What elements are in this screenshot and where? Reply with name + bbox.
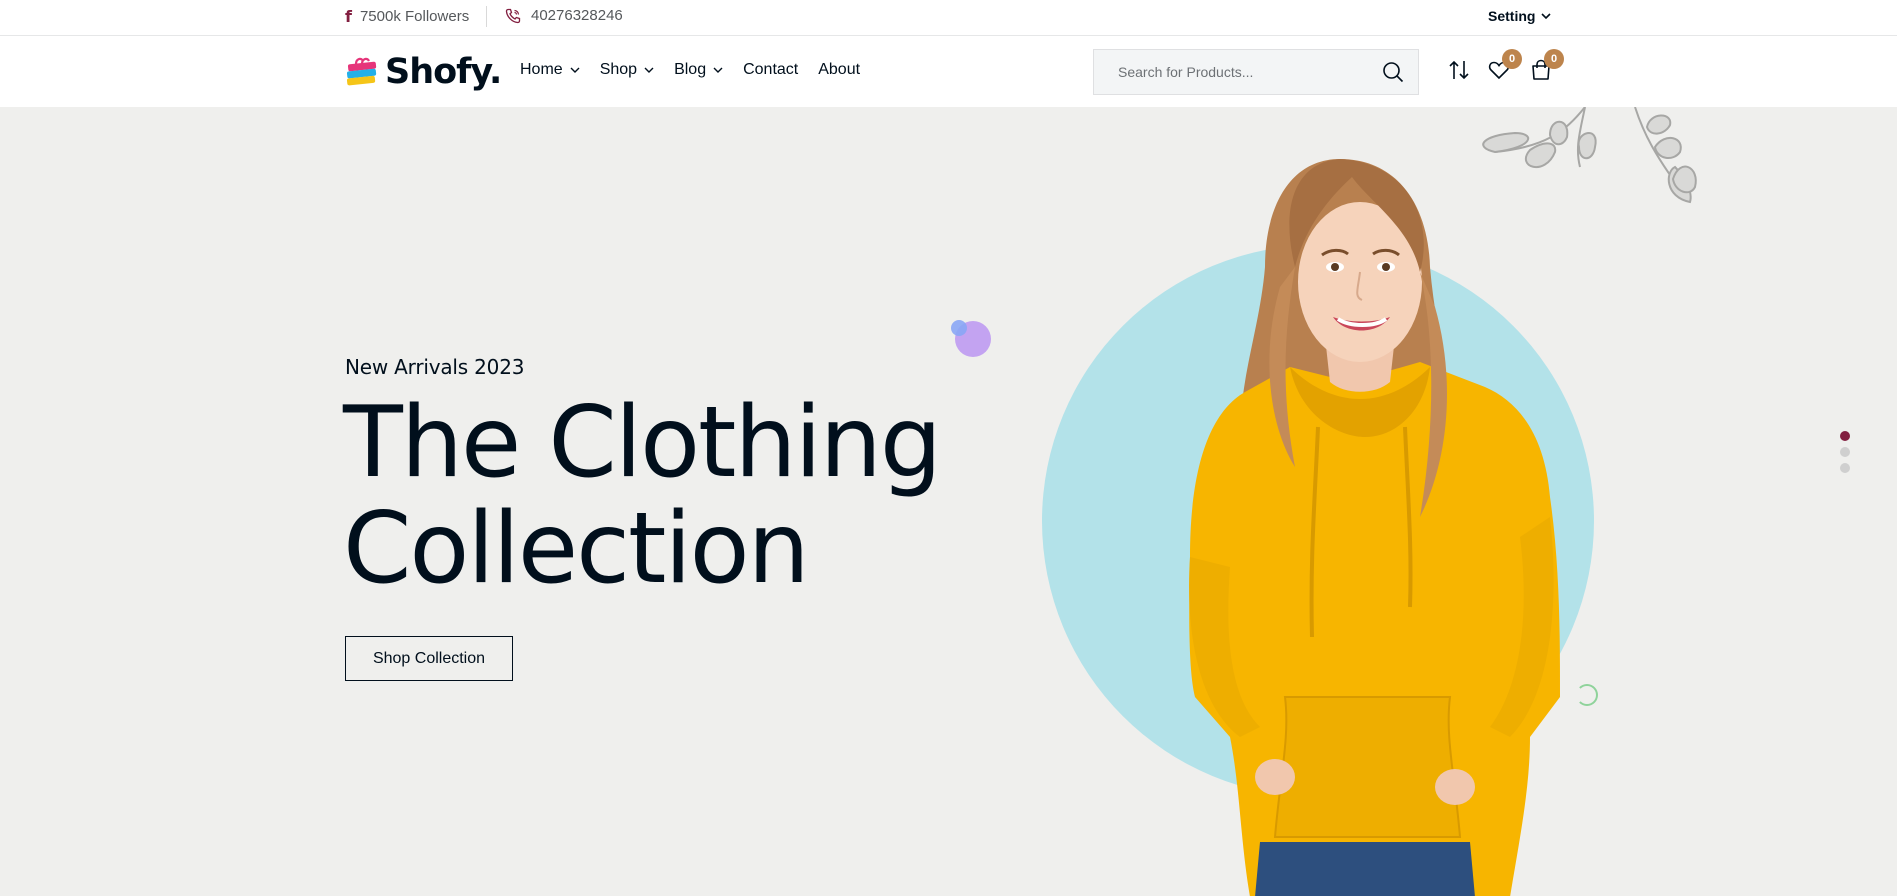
topbar-divider bbox=[486, 6, 487, 27]
top-bar: f 7500k Followers 40276328246 Setting bbox=[0, 0, 1897, 36]
nav-item-home[interactable]: Home bbox=[520, 61, 580, 79]
main-nav: Home Shop Blog Contact About bbox=[520, 61, 880, 79]
hero-model-image bbox=[1189, 159, 1560, 896]
nav-item-label: Home bbox=[520, 61, 563, 78]
hero-title: The Clothing Collection bbox=[343, 386, 942, 606]
phone-link[interactable]: 40276328246 bbox=[505, 7, 623, 24]
slider-dot-3[interactable] bbox=[1840, 463, 1850, 473]
chevron-down-icon bbox=[1541, 12, 1552, 19]
cart-button[interactable]: 0 bbox=[1530, 49, 1564, 83]
setting-dropdown[interactable]: Setting bbox=[1488, 8, 1552, 24]
search-input[interactable] bbox=[1118, 64, 1358, 80]
logo[interactable]: Shofy. bbox=[345, 52, 502, 92]
shopping-bag-logo-icon bbox=[346, 57, 377, 86]
hero-title-line-1: The Clothing bbox=[343, 386, 942, 500]
slider-dot-1[interactable] bbox=[1840, 431, 1850, 441]
blue-dot-decoration bbox=[951, 320, 967, 336]
main-header: Shofy. Home Shop Blog Contact About Sear… bbox=[0, 37, 1897, 107]
phone-icon bbox=[505, 8, 521, 23]
chevron-down-icon bbox=[644, 67, 654, 73]
slider-dot-2[interactable] bbox=[1840, 447, 1850, 457]
nav-item-blog[interactable]: Blog bbox=[674, 61, 723, 79]
nav-item-shop[interactable]: Shop bbox=[600, 61, 654, 79]
sort-arrows-icon[interactable] bbox=[1448, 59, 1470, 81]
phone-number: 40276328246 bbox=[531, 7, 623, 24]
nav-item-label: Contact bbox=[743, 61, 799, 78]
search-icon[interactable] bbox=[1382, 61, 1404, 83]
nav-item-about[interactable]: About bbox=[818, 61, 860, 79]
wishlist-button[interactable]: 0 bbox=[1488, 49, 1522, 83]
hero-slider: New Arrivals 2023 The Clothing Collectio… bbox=[0, 107, 1897, 896]
shop-collection-button[interactable]: Shop Collection bbox=[345, 636, 513, 681]
nav-item-label: Shop bbox=[599, 61, 638, 78]
brand-name: Shofy. bbox=[385, 52, 502, 92]
nav-item-label: About bbox=[818, 61, 861, 78]
cart-count-badge: 0 bbox=[1544, 49, 1564, 69]
chevron-down-icon bbox=[713, 67, 723, 73]
followers-count: 7500k Followers bbox=[359, 8, 470, 25]
nav-item-label: Blog bbox=[674, 61, 707, 78]
wishlist-count-badge: 0 bbox=[1502, 49, 1522, 69]
hero-subtitle: New Arrivals 2023 bbox=[345, 355, 525, 379]
chevron-down-icon bbox=[570, 67, 580, 73]
hero-title-line-2: Collection bbox=[343, 492, 810, 606]
nav-item-contact[interactable]: Contact bbox=[743, 61, 798, 79]
facebook-icon: f bbox=[345, 7, 352, 26]
search-box bbox=[1093, 49, 1419, 95]
slider-pagination bbox=[1840, 431, 1850, 473]
facebook-followers[interactable]: f 7500k Followers bbox=[345, 7, 469, 26]
green-ring-decoration bbox=[1576, 684, 1598, 706]
setting-label: Setting bbox=[1488, 8, 1536, 24]
